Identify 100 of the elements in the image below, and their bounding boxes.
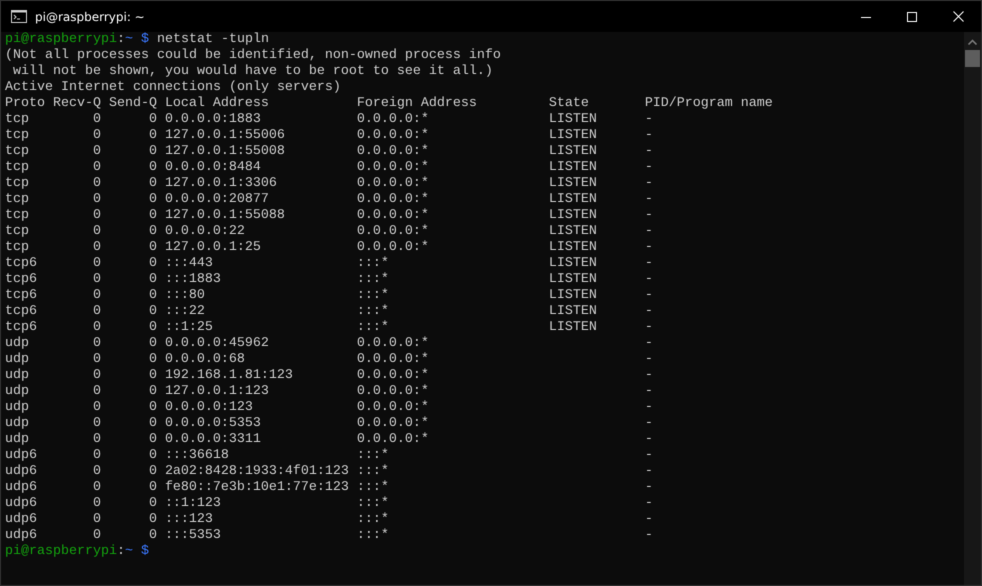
table-cell: :::*: [356, 304, 389, 320]
table-cell: 0: [148, 160, 157, 176]
table-cell: 0: [92, 512, 101, 528]
table-cell: LISTEN: [548, 208, 597, 224]
table-cell: -: [644, 464, 653, 480]
table-cell: tcp: [5, 128, 29, 144]
table-cell: 0.0.0.0:*: [356, 432, 429, 448]
table-cell: 0.0.0.0:68: [164, 352, 245, 368]
table-cell: 0: [148, 352, 157, 368]
table-cell: 0.0.0.0:*: [356, 368, 429, 384]
table-cell: 127.0.0.1:55006: [164, 128, 285, 144]
table-cell: 0: [92, 480, 101, 496]
table-cell: 0: [148, 464, 157, 480]
table-cell: tcp: [5, 144, 29, 160]
table-cell: 0: [92, 464, 101, 480]
table-cell: 127.0.0.1:55008: [164, 144, 285, 160]
table-cell: -: [644, 368, 653, 384]
table-cell: LISTEN: [548, 288, 597, 304]
table-cell: 0: [92, 416, 101, 432]
table-cell: -: [644, 480, 653, 496]
table-cell: -: [644, 288, 653, 304]
table-cell: 0: [148, 224, 157, 240]
table-cell: 0: [148, 480, 157, 496]
terminal-icon: [11, 10, 27, 23]
table-cell: tcp: [5, 208, 29, 224]
prompt-separator: :: [116, 32, 125, 47]
table-cell: 0: [148, 384, 157, 400]
table-cell: 0: [92, 256, 101, 272]
table-cell: 0.0.0.0:*: [356, 384, 429, 400]
table-cell: -: [644, 240, 653, 256]
table-cell: 0: [148, 192, 157, 208]
prompt-path: ~: [124, 32, 133, 47]
table-cell: -: [644, 384, 653, 400]
table-cell: LISTEN: [548, 192, 597, 208]
table-cell: -: [644, 272, 653, 288]
prompt-user: pi@raspberrypi: [5, 544, 117, 559]
table-cell: 0: [148, 320, 157, 336]
table-cell: :::*: [356, 464, 389, 480]
table-cell: 0: [148, 112, 157, 128]
table-cell: tcp: [5, 112, 29, 128]
table-cell: 0: [92, 336, 101, 352]
output-text: Active Internet connections (only servers): [5, 80, 342, 96]
table-cell: udp: [5, 400, 29, 416]
prompt-path: ~: [124, 544, 133, 559]
table-cell: 0: [92, 160, 101, 176]
table-cell: :::*: [356, 256, 389, 272]
table-cell: :::36618: [164, 448, 229, 464]
table-cell: 0: [92, 224, 101, 240]
scrollbar[interactable]: [964, 32, 981, 585]
table-cell: udp6: [5, 448, 37, 464]
scroll-thumb[interactable]: [965, 50, 980, 67]
table-cell: -: [644, 352, 653, 368]
prompt-separator: :: [116, 544, 125, 559]
table-cell: tcp6: [5, 256, 37, 272]
table-cell: 127.0.0.1:123: [164, 384, 269, 400]
table-cell: -: [644, 192, 653, 208]
table-cell: 0: [148, 176, 157, 192]
output-text: (Not all processes could be identified, non-owned process info: [5, 48, 502, 64]
table-cell: -: [644, 176, 653, 192]
scroll-up-icon[interactable]: [968, 39, 977, 45]
prompt-symbol: $: [140, 544, 149, 559]
table-cell: ::1:123: [164, 496, 221, 512]
table-cell: 0: [92, 448, 101, 464]
prompt-user: pi@raspberrypi: [5, 32, 117, 47]
table-cell: 0.0.0.0:1883: [164, 112, 261, 128]
column-header: PID/Program name: [644, 96, 773, 112]
table-cell: udp: [5, 368, 29, 384]
table-cell: 127.0.0.1:3306: [164, 176, 277, 192]
table-cell: 0.0.0.0:5353: [164, 416, 261, 432]
table-cell: 127.0.0.1:25: [164, 240, 261, 256]
table-cell: tcp: [5, 160, 29, 176]
table-cell: 0: [148, 512, 157, 528]
table-cell: tcp: [5, 192, 29, 208]
table-cell: LISTEN: [548, 144, 597, 160]
table-cell: 0: [148, 144, 157, 160]
table-cell: tcp: [5, 176, 29, 192]
table-cell: LISTEN: [548, 304, 597, 320]
close-icon: [952, 11, 964, 22]
table-cell: udp6: [5, 496, 37, 512]
table-cell: 0.0.0.0:*: [356, 416, 429, 432]
table-cell: 0: [148, 432, 157, 448]
table-cell: 0.0.0.0:123: [164, 400, 253, 416]
column-header: Proto: [5, 96, 45, 112]
table-cell: tcp6: [5, 288, 37, 304]
table-cell: 0: [92, 496, 101, 512]
table-cell: 0.0.0.0:*: [356, 176, 429, 192]
table-cell: 0.0.0.0:*: [356, 144, 429, 160]
table-cell: udp: [5, 352, 29, 368]
table-cell: -: [644, 400, 653, 416]
table-cell: 2a02:8428:1933:4f01:123: [164, 464, 349, 480]
table-cell: 0.0.0.0:*: [356, 192, 429, 208]
column-header: Local Address: [164, 96, 269, 112]
table-cell: :::80: [164, 288, 205, 304]
table-cell: :::*: [356, 528, 389, 544]
table-cell: 0: [92, 272, 101, 288]
table-cell: 0: [148, 368, 157, 384]
table-cell: tcp6: [5, 320, 37, 336]
table-cell: :::*: [356, 496, 389, 512]
table-cell: -: [644, 320, 653, 336]
table-cell: -: [644, 224, 653, 240]
